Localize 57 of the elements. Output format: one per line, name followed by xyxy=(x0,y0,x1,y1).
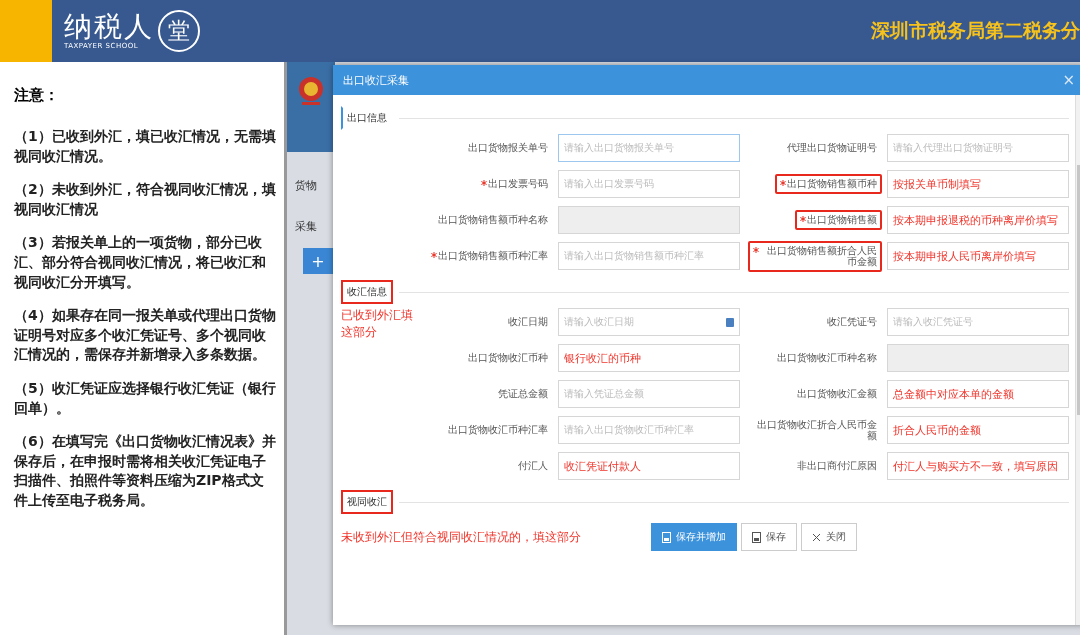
field-label: 出口货物销售额 xyxy=(795,210,882,230)
save-icon xyxy=(662,531,671,543)
save-icon xyxy=(752,531,761,543)
notes-title: 注意： xyxy=(14,86,60,105)
save-and-add-button[interactable]: 保存并增加 xyxy=(651,523,737,551)
note-paragraph: （6）在填写完《出口货物收汇情况表》并保存后，在申报时需将相关收汇凭证电子扫描件、拍照件等资料压缩为ZIP格式文件上传至电子税务局。 xyxy=(14,432,276,510)
field-label: 收汇日期 xyxy=(507,315,549,330)
input-field[interactable]: 总金额中对应本单的金额 xyxy=(887,380,1069,408)
section-title: 收汇信息 xyxy=(341,280,393,304)
field-label: 出口货物收汇金额 xyxy=(796,387,878,402)
note-paragraph: （5）收汇凭证应选择银行收汇凭证（银行回单）。 xyxy=(14,378,276,418)
section-title: 出口信息 xyxy=(341,106,393,130)
input-field[interactable]: 折合人民币的金额 xyxy=(887,416,1069,444)
field-label: 出口货物收汇折合人民币金额 xyxy=(756,417,878,443)
input-field[interactable]: 请输入代理出口货物证明号 xyxy=(887,134,1069,162)
close-button[interactable]: × xyxy=(1062,71,1075,89)
field-label: 出口货物销售额币种汇率 xyxy=(426,246,553,266)
input-field[interactable]: 按报关单币制填写 xyxy=(887,170,1069,198)
note-paragraph: （2）未收到外汇，符合视同收汇情况，填视同收汇情况 xyxy=(14,180,276,219)
field-label: 凭证总金额 xyxy=(497,387,549,402)
field-label: 出口发票号码 xyxy=(476,174,553,194)
input-field[interactable]: 收汇凭证付款人 xyxy=(558,452,740,480)
field-label: 出口货物收汇币种汇率 xyxy=(447,423,549,438)
calendar-icon xyxy=(726,317,734,327)
close-icon xyxy=(812,532,821,542)
input-field[interactable]: 付汇人与购买方不一致，填写原因 xyxy=(887,452,1069,480)
sidebar-text: 货物 xyxy=(295,178,318,193)
add-button[interactable]: + xyxy=(303,248,333,274)
field-label: 出口货物销售额折合人民币金额 xyxy=(748,240,882,272)
field-label: 出口货物报关单号 xyxy=(467,141,549,156)
sidebar-text: 采集 xyxy=(295,219,318,234)
field-label: 付汇人 xyxy=(517,459,549,474)
input-field[interactable]: 请输入出口发票号码 xyxy=(558,170,740,198)
dialog-title: 出口收汇采集 xyxy=(343,72,409,88)
input-field[interactable]: 按本期申报人民币离岸价填写 xyxy=(887,242,1069,270)
save-button[interactable]: 保存 xyxy=(741,523,797,551)
note-paragraph: （4）如果存在同一报关单或代理出口货物证明号对应多个收汇凭证号、多个视同收汇情况的，需保存并新增录入多条数据。 xyxy=(14,306,276,365)
emblem-icon xyxy=(298,76,324,106)
logo-mark: 堂 xyxy=(158,10,200,52)
input-field[interactable]: 银行收汇的币种 xyxy=(558,344,740,372)
section-title: 视同收汇 xyxy=(341,490,393,514)
input-field[interactable]: 按本期申报退税的币种离岸价填写 xyxy=(887,206,1069,234)
field-label: 收汇凭证号 xyxy=(826,315,878,330)
banner-title: 深圳市税务局第二税务分 xyxy=(871,18,1080,43)
annotation-note: 已收到外汇填这部分 xyxy=(341,307,414,341)
field-label: 非出口商付汇原因 xyxy=(796,459,878,474)
close-button[interactable]: 关闭 xyxy=(801,523,857,551)
field-label: 出口货物销售额币种名称 xyxy=(437,213,549,228)
note-paragraph: （1）已收到外汇，填已收汇情况，无需填视同收汇情况。 xyxy=(14,127,276,166)
logo-text: 纳税人 xyxy=(64,11,154,43)
annotation-note: 未收到外汇但符合视同收汇情况的，填这部分 xyxy=(341,528,581,546)
field-label: 出口货物收汇币种名称 xyxy=(776,351,878,366)
field-label: 代理出口货物证明号 xyxy=(786,141,878,156)
field-label: 出口货物销售额币种 xyxy=(775,174,882,194)
accent-block xyxy=(0,0,52,62)
note-paragraph: （3）若报关单上的一项货物，部分已收汇、部分符合视同收汇情况，将已收汇和视同收汇分开填写。 xyxy=(14,233,267,292)
field-label: 出口货物收汇币种 xyxy=(467,351,549,366)
